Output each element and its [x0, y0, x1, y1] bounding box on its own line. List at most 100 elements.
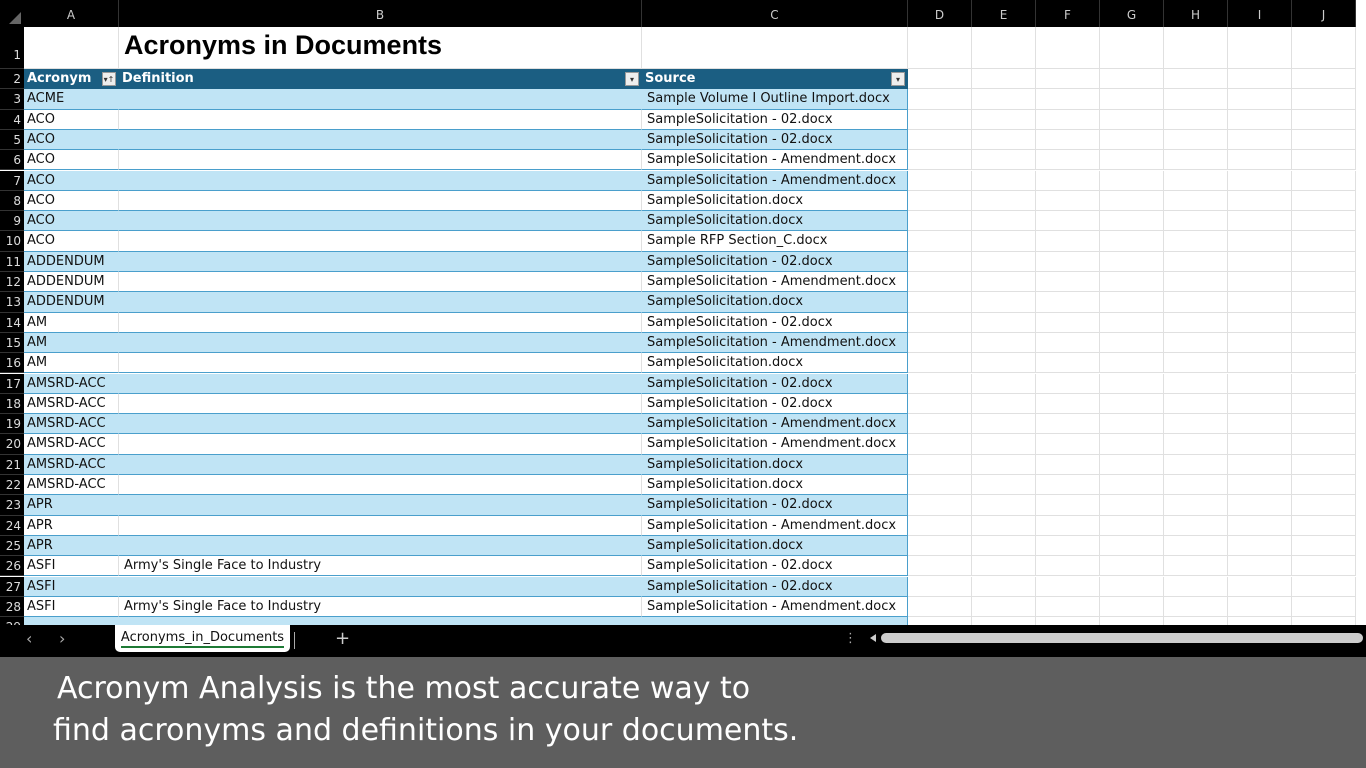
empty-cell[interactable]: [1228, 292, 1292, 313]
empty-cell[interactable]: [972, 596, 1036, 618]
empty-cell[interactable]: [972, 475, 1036, 496]
row-header[interactable]: 26: [0, 556, 24, 577]
empty-cell[interactable]: [1100, 414, 1164, 435]
empty-cell[interactable]: [1164, 89, 1228, 110]
acronym-cell[interactable]: ASFI: [24, 576, 119, 597]
empty-cell[interactable]: [1164, 27, 1228, 69]
source-cell[interactable]: [642, 617, 908, 625]
row-header[interactable]: 9: [0, 211, 24, 232]
empty-cell[interactable]: [1292, 170, 1356, 191]
empty-cell[interactable]: [1164, 373, 1228, 394]
definition-cell[interactable]: [119, 231, 642, 252]
source-cell[interactable]: SampleSolicitation - Amendment.docx: [642, 596, 908, 618]
source-cell[interactable]: SampleSolicitation.docx: [642, 190, 908, 212]
source-cell[interactable]: SampleSolicitation.docx: [642, 454, 908, 475]
empty-cell[interactable]: [642, 27, 908, 69]
acronym-cell[interactable]: AMSRD-ACC: [24, 373, 119, 394]
empty-cell[interactable]: [908, 332, 972, 354]
source-cell[interactable]: SampleSolicitation - 02.docx: [642, 129, 908, 151]
row-header[interactable]: 24: [0, 515, 24, 536]
empty-cell[interactable]: [1036, 393, 1100, 415]
empty-cell[interactable]: [1100, 129, 1164, 151]
empty-cell[interactable]: [1164, 150, 1228, 171]
empty-cell[interactable]: [1100, 27, 1164, 69]
definition-cell[interactable]: [119, 312, 642, 333]
empty-cell[interactable]: [1036, 312, 1100, 333]
empty-cell[interactable]: [1036, 292, 1100, 313]
empty-cell[interactable]: [1228, 576, 1292, 597]
empty-cell[interactable]: [1100, 89, 1164, 110]
column-header-f[interactable]: F: [1036, 0, 1100, 27]
definition-cell[interactable]: [119, 495, 642, 516]
empty-cell[interactable]: [1292, 272, 1356, 293]
empty-cell[interactable]: [1292, 251, 1356, 272]
empty-cell[interactable]: [972, 332, 1036, 354]
empty-cell[interactable]: [1100, 312, 1164, 333]
empty-cell[interactable]: [1228, 211, 1292, 232]
empty-cell[interactable]: [972, 231, 1036, 252]
empty-cell[interactable]: [1292, 211, 1356, 232]
empty-cell[interactable]: [908, 312, 972, 333]
source-cell[interactable]: SampleSolicitation - Amendment.docx: [642, 170, 908, 191]
empty-cell[interactable]: [1228, 495, 1292, 516]
empty-cell[interactable]: [1228, 414, 1292, 435]
definition-cell[interactable]: [119, 129, 642, 151]
empty-cell[interactable]: [1100, 251, 1164, 272]
empty-cell[interactable]: [972, 393, 1036, 415]
empty-cell[interactable]: [1100, 434, 1164, 455]
empty-cell[interactable]: [972, 454, 1036, 475]
acronym-cell[interactable]: AM: [24, 312, 119, 333]
empty-cell[interactable]: [1292, 190, 1356, 212]
empty-cell[interactable]: [908, 109, 972, 130]
empty-cell[interactable]: [1228, 190, 1292, 212]
filter-dropdown-icon[interactable]: ▾: [891, 72, 905, 86]
empty-cell[interactable]: [1100, 211, 1164, 232]
empty-cell[interactable]: [972, 515, 1036, 536]
source-cell[interactable]: SampleSolicitation - Amendment.docx: [642, 434, 908, 455]
empty-cell[interactable]: [1164, 251, 1228, 272]
horizontal-scrollbar[interactable]: [868, 632, 1366, 644]
row-header[interactable]: 15: [0, 332, 24, 354]
empty-cell[interactable]: [1036, 475, 1100, 496]
empty-cell[interactable]: [1036, 535, 1100, 557]
empty-cell[interactable]: [1292, 393, 1356, 415]
table-header-definition[interactable]: Definition ▾: [119, 69, 642, 90]
acronym-cell[interactable]: ACO: [24, 129, 119, 151]
acronym-cell[interactable]: AMSRD-ACC: [24, 414, 119, 435]
empty-cell[interactable]: [1036, 596, 1100, 618]
empty-cell[interactable]: [1036, 231, 1100, 252]
empty-cell[interactable]: [1292, 475, 1356, 496]
row-header[interactable]: 5: [0, 129, 24, 151]
empty-cell[interactable]: [1100, 292, 1164, 313]
empty-cell[interactable]: [1164, 292, 1228, 313]
empty-cell[interactable]: [1100, 231, 1164, 252]
source-cell[interactable]: Sample RFP Section_C.docx: [642, 231, 908, 252]
acronym-cell[interactable]: [24, 617, 119, 625]
empty-cell[interactable]: [1164, 495, 1228, 516]
empty-cell[interactable]: [1100, 617, 1164, 625]
acronym-cell[interactable]: ADDENDUM: [24, 292, 119, 313]
empty-cell[interactable]: [908, 69, 972, 90]
empty-cell[interactable]: [972, 617, 1036, 625]
column-header-c[interactable]: C: [642, 0, 908, 27]
more-options-icon[interactable]: ⋮: [844, 631, 857, 646]
empty-cell[interactable]: [1036, 129, 1100, 151]
empty-cell[interactable]: [1164, 596, 1228, 618]
empty-cell[interactable]: [908, 535, 972, 557]
scroll-left-icon[interactable]: [870, 634, 876, 642]
acronym-cell[interactable]: AM: [24, 332, 119, 354]
definition-cell[interactable]: [119, 515, 642, 536]
empty-cell[interactable]: [1292, 576, 1356, 597]
empty-cell[interactable]: [1292, 231, 1356, 252]
definition-cell[interactable]: [119, 535, 642, 557]
definition-cell[interactable]: [119, 454, 642, 475]
row-header[interactable]: 7: [0, 170, 24, 191]
empty-cell[interactable]: [1100, 170, 1164, 191]
source-cell[interactable]: SampleSolicitation - 02.docx: [642, 393, 908, 415]
empty-cell[interactable]: [1100, 190, 1164, 212]
source-cell[interactable]: SampleSolicitation.docx: [642, 535, 908, 557]
empty-cell[interactable]: [1164, 69, 1228, 90]
definition-cell[interactable]: [119, 272, 642, 293]
empty-cell[interactable]: [1228, 434, 1292, 455]
source-cell[interactable]: SampleSolicitation - 02.docx: [642, 556, 908, 577]
